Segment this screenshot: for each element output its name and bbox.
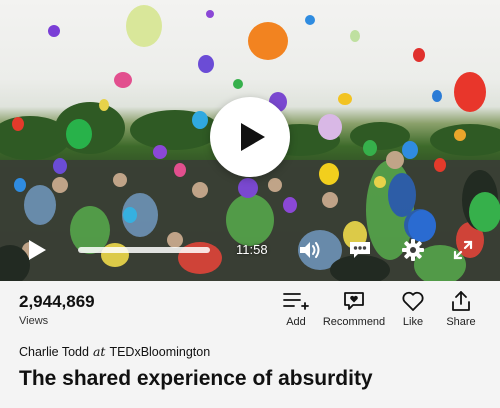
views-count: 2,944,869 (19, 292, 95, 311)
add-to-list-icon (283, 293, 309, 310)
settings-button[interactable] (400, 237, 426, 263)
big-play-button[interactable] (210, 97, 290, 177)
event-name[interactable]: TEDxBloomington (109, 345, 210, 359)
talk-title: The shared experience of absurdity (19, 367, 373, 390)
play-icon (29, 240, 46, 260)
play-icon (241, 123, 265, 151)
play-button[interactable] (26, 238, 48, 262)
share-button[interactable]: Share (441, 289, 481, 328)
recommend-icon (344, 292, 364, 310)
like-label: Like (402, 316, 424, 328)
speaker-name[interactable]: Charlie Todd (19, 345, 89, 359)
recommend-label: Recommend (322, 316, 386, 328)
subtitles-icon (350, 242, 370, 258)
share-label: Share (446, 316, 476, 328)
at-label: at (92, 344, 106, 359)
subtitles-button[interactable] (348, 239, 372, 261)
volume-button[interactable] (298, 240, 322, 260)
duration-label: 11:58 (236, 242, 268, 257)
add-label: Add (286, 316, 306, 328)
video-player[interactable]: 11:58 (0, 0, 500, 281)
progress-bar[interactable] (78, 247, 210, 253)
add-button[interactable]: Add (277, 289, 315, 328)
heart-icon (402, 291, 424, 311)
share-icon (452, 291, 470, 311)
fullscreen-button[interactable] (452, 239, 474, 261)
byline: Charlie Todd at TEDxBloomington (19, 344, 210, 359)
gear-icon (402, 239, 424, 261)
volume-icon (300, 242, 320, 258)
like-button[interactable]: Like (398, 289, 428, 328)
player-controls: 11:58 (0, 232, 500, 268)
fullscreen-icon (453, 240, 473, 260)
recommend-button[interactable]: Recommend (320, 289, 388, 328)
views-label: Views (19, 315, 49, 327)
